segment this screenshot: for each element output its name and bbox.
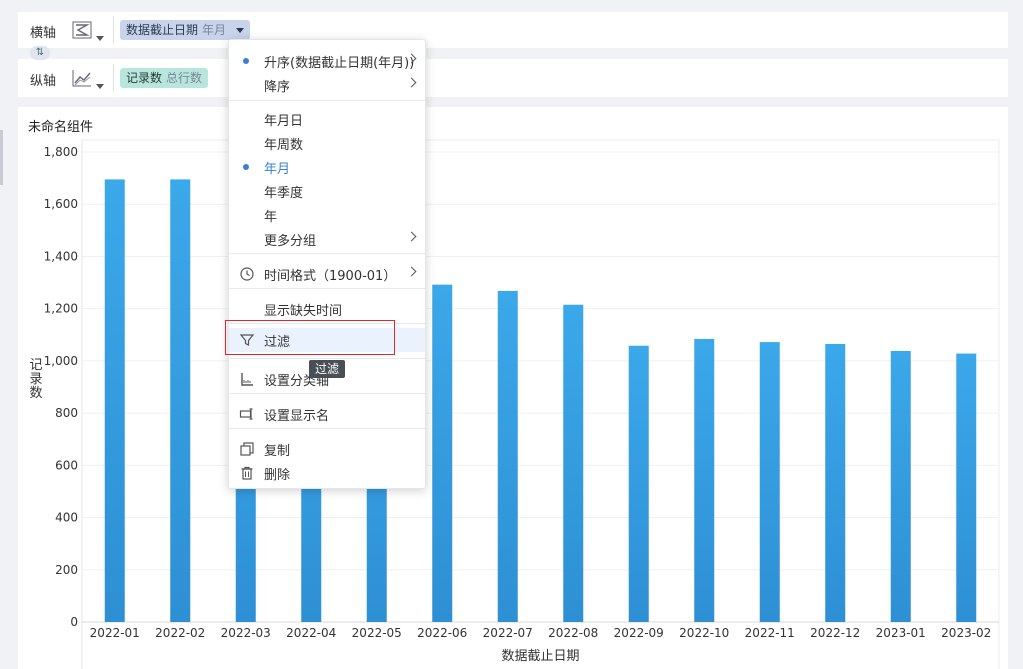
- x-tick-label: 2022-02: [155, 626, 205, 640]
- bar: [694, 338, 715, 622]
- menu-item[interactable]: 时间格式（1900-01）: [229, 262, 425, 286]
- x-tick-label: 2022-10: [679, 626, 729, 640]
- menu-item-label: 显示缺失时间: [264, 304, 343, 319]
- y-field-name: 记录数: [126, 71, 163, 85]
- rename-icon: [239, 406, 255, 422]
- x-tick-label: 2022-09: [614, 626, 664, 640]
- menu-divider: [229, 428, 425, 429]
- menu-item-label: 复制: [264, 444, 291, 459]
- clock-icon: [239, 266, 255, 282]
- menu-item-label: 设置显示名: [264, 409, 330, 424]
- bar: [825, 343, 846, 622]
- y-axis-label: 纵轴: [30, 74, 57, 89]
- y-tick-label: 1,800: [44, 145, 78, 159]
- menu-item[interactable]: 年周数: [229, 131, 425, 155]
- menu-item[interactable]: 年月日: [229, 107, 425, 131]
- submenu-chevron-icon: [406, 266, 417, 277]
- selected-dot-icon: [243, 164, 249, 170]
- x-tick-label: 2022-05: [352, 626, 402, 640]
- x-axis-title: 数据截止日期: [501, 649, 579, 664]
- x-axis-type-caret-icon[interactable]: [96, 36, 104, 41]
- x-axis-separator: [113, 16, 114, 44]
- menu-item[interactable]: 删除: [229, 461, 425, 485]
- trash-icon: [239, 465, 255, 481]
- y-tick-label: 800: [55, 406, 78, 420]
- x-tick-label: 2022-07: [483, 626, 533, 640]
- x-tick-label: 2022-04: [286, 626, 336, 640]
- y-field-aggregation: 总行数: [166, 71, 203, 85]
- y-tick-label: 1,400: [44, 249, 78, 263]
- x-axis-label: 横轴: [30, 26, 57, 41]
- y-tick-label: 600: [55, 458, 78, 472]
- menu-item-label: 降序: [264, 80, 291, 95]
- copy-icon: [239, 441, 255, 457]
- menu-divider: [229, 288, 425, 289]
- x-field-name: 数据截止日期: [126, 23, 199, 37]
- y-tick-label: 1,600: [44, 197, 78, 211]
- x-tick-label: 2023-02: [941, 626, 991, 640]
- submenu-chevron-icon: [406, 77, 417, 88]
- selected-dot-icon: [243, 58, 249, 64]
- bar: [563, 304, 584, 622]
- field-context-menu: 升序(数据截止日期(年月)) 降序年月日年周数年月年季度年更多分组时间格式（190…: [228, 39, 426, 489]
- menu-item-label: 升序(数据截止日期(年月)): [264, 56, 415, 71]
- filter-tooltip: 过滤: [309, 360, 345, 378]
- y-tick-label: 200: [55, 563, 78, 577]
- y-tick-label: 1,200: [44, 302, 78, 316]
- bar: [759, 342, 780, 622]
- menu-item[interactable]: 复制: [229, 437, 425, 461]
- menu-item[interactable]: 降序: [229, 73, 425, 97]
- bar: [432, 284, 453, 622]
- menu-item[interactable]: 显示缺失时间: [229, 297, 425, 321]
- x-tick-label: 2022-06: [417, 626, 467, 640]
- x-tick-label: 2022-03: [221, 626, 271, 640]
- bar: [104, 179, 125, 622]
- menu-item-label: 删除: [264, 468, 291, 483]
- bar-chart: 0 200 400 600 800 1,000 1,200 1,400 1,600 1,800 20…: [29, 139, 1000, 669]
- bar: [956, 353, 977, 622]
- x-field-granularity: 年月: [202, 23, 227, 37]
- menu-item[interactable]: 更多分组: [229, 227, 425, 251]
- menu-item[interactable]: 年: [229, 203, 425, 227]
- y-axis-title: 记录数: [29, 358, 42, 401]
- menu-divider: [229, 393, 425, 394]
- y-tick-label: 0: [70, 615, 78, 629]
- submenu-chevron-icon: [406, 231, 417, 242]
- menu-divider: [229, 253, 425, 254]
- chart-widget: 未命名组件 0 200 400 600 800 1,000 1,200 1,400 1,600 1…: [18, 107, 1008, 669]
- menu-item-label: 年月日: [264, 114, 304, 129]
- x-axis-field-pill[interactable]: 数据截止日期 年月: [120, 20, 250, 40]
- y-tick-label: 1,000: [44, 354, 78, 368]
- left-edge-bar: [0, 130, 3, 185]
- menu-item-label: 年季度: [264, 186, 304, 201]
- x-tick-label: 2022-01: [90, 626, 140, 640]
- menu-divider: [229, 100, 425, 101]
- y-axis-separator: [113, 64, 114, 92]
- bar: [170, 179, 191, 622]
- swap-arrows-icon[interactable]: ⇅: [30, 46, 50, 60]
- menu-item-label: 年: [264, 210, 278, 225]
- x-tick-label: 2023-01: [876, 626, 926, 640]
- menu-item[interactable]: 升序(数据截止日期(年月)): [229, 49, 425, 73]
- y-axis-field-pill[interactable]: 记录数 总行数: [120, 68, 209, 88]
- x-tick-label: 2022-11: [745, 626, 795, 640]
- menu-item[interactable]: 年月: [229, 155, 425, 179]
- x-tick-label: 2022-12: [810, 626, 860, 640]
- y-tick-label: 400: [55, 511, 78, 525]
- bar: [890, 350, 911, 622]
- menu-item-label: 年周数: [264, 138, 304, 153]
- x-field-dropdown-icon[interactable]: [235, 28, 244, 33]
- bar: [497, 290, 518, 622]
- menu-item-label: 时间格式（1900-01）: [264, 269, 397, 284]
- x-tick-label: 2022-08: [548, 626, 598, 640]
- menu-item[interactable]: 年季度: [229, 179, 425, 203]
- menu-item[interactable]: 设置显示名: [229, 402, 425, 426]
- menu-item-label: 年月: [264, 162, 291, 177]
- filter-highlight-box: [225, 320, 395, 355]
- menu-item-label: 更多分组: [264, 234, 317, 249]
- bar: [628, 345, 649, 622]
- ruler-icon: [239, 371, 255, 387]
- y-axis-type-caret-icon[interactable]: [96, 84, 104, 89]
- menu-divider: [229, 358, 425, 359]
